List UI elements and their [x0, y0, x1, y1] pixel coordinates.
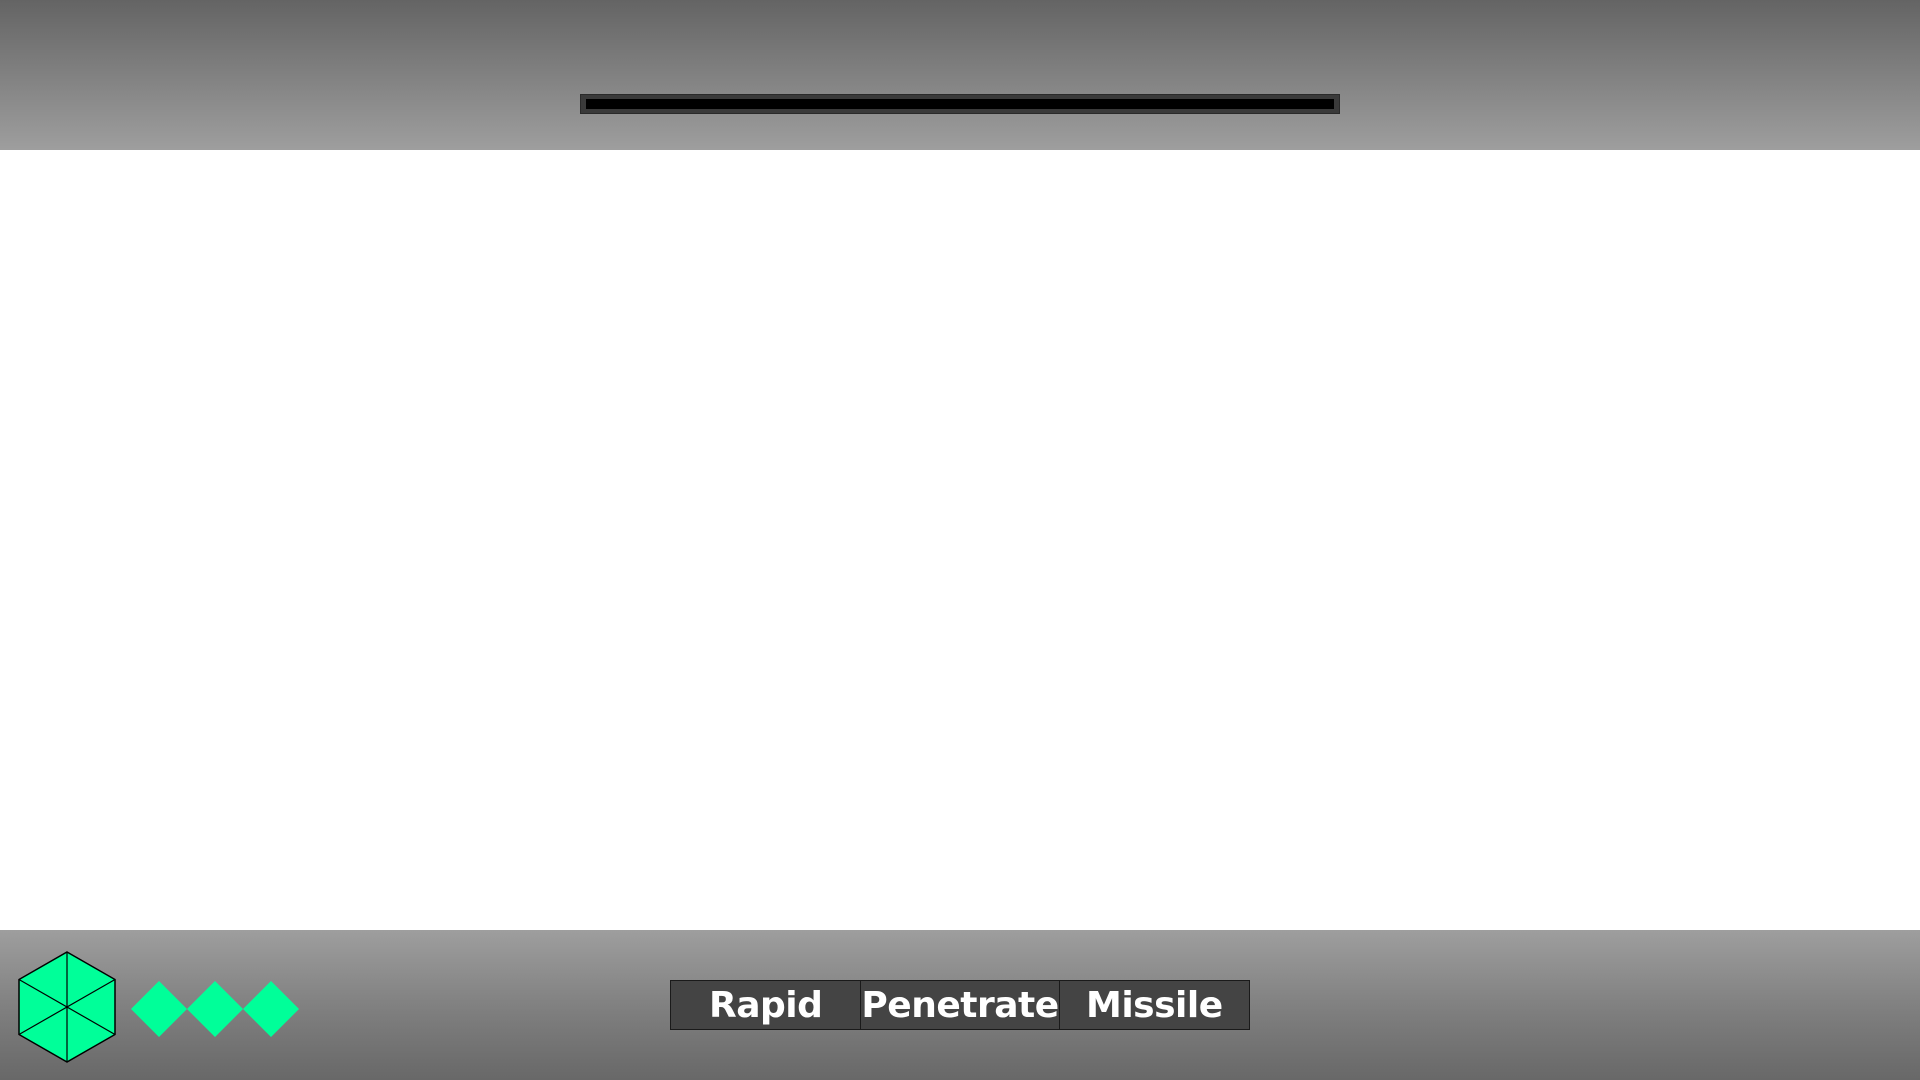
- health-bar-track: [586, 99, 1334, 109]
- game-screen: Rapid Penetrate Missile: [0, 0, 1920, 1080]
- weapon-selector: Rapid Penetrate Missile: [670, 980, 1250, 1030]
- top-hud-bar: [0, 0, 1920, 150]
- weapon-missile-button[interactable]: Missile: [1060, 981, 1249, 1029]
- lives-indicator: [130, 980, 302, 1038]
- play-field[interactable]: [0, 150, 1920, 930]
- diamond-icon: [187, 981, 243, 1037]
- weapon-penetrate-button[interactable]: Penetrate: [861, 981, 1060, 1029]
- weapon-rapid-button[interactable]: Rapid: [671, 981, 862, 1029]
- health-bar: [580, 94, 1340, 114]
- diamond-icon: [131, 981, 187, 1037]
- hexagon-icon: [18, 951, 116, 1063]
- diamond-icon: [243, 981, 299, 1037]
